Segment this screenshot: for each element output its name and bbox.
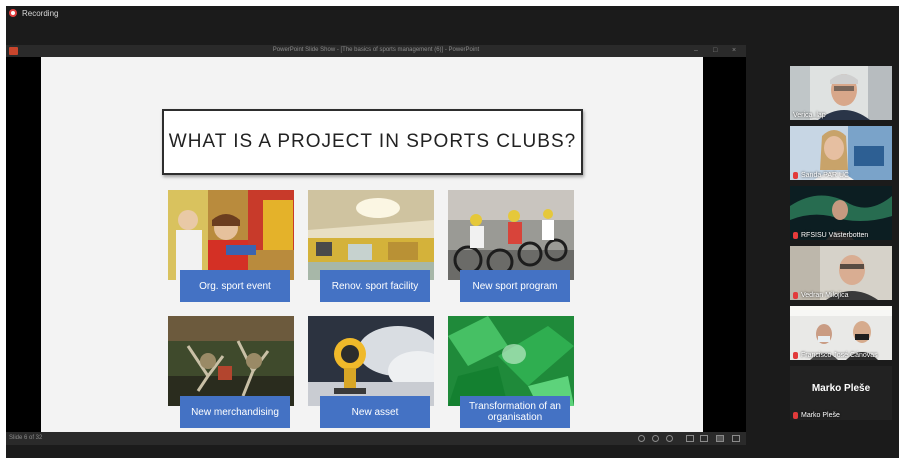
- slide-tile: Renov. sport facility: [308, 190, 434, 306]
- tile-label-box: Renov. sport facility: [320, 270, 430, 302]
- muted-mic-icon: [793, 352, 798, 359]
- slide-sorter-icon[interactable]: [686, 435, 694, 442]
- tile-label: Org. sport event: [199, 280, 271, 292]
- screen-share: Recording PowerPoint Slide Show - [The b…: [6, 6, 899, 458]
- notes-view-icon[interactable]: [700, 435, 708, 442]
- participant-tile[interactable]: Marko Pleše Marko Pleše: [790, 366, 892, 420]
- tile-label: Renov. sport facility: [331, 280, 419, 292]
- slide-counter: Slide 6 of 32: [9, 435, 43, 441]
- powerpoint-statusbar: Slide 6 of 32: [6, 432, 746, 445]
- recording-label: Recording: [22, 8, 59, 18]
- sport-program-photo: [448, 190, 574, 280]
- window-title: PowerPoint Slide Show - [The basics of s…: [272, 47, 480, 53]
- tile-label: New asset: [351, 406, 399, 418]
- participant-tile[interactable]: Sanda PAR UC: [790, 126, 892, 180]
- previous-icon[interactable]: [638, 435, 645, 442]
- participant-name: Francisco José Cánovas: [793, 352, 878, 359]
- slide-tile: Org. sport event: [168, 190, 294, 306]
- tile-label-box: Org. sport event: [180, 270, 290, 302]
- minimize-button[interactable]: –: [694, 46, 698, 56]
- participant-name: Marko Pleše: [793, 412, 840, 419]
- tile-label: Transformation of an organisation: [469, 401, 561, 423]
- close-button[interactable]: ×: [732, 46, 736, 56]
- slide-tile: New asset: [308, 316, 434, 432]
- tile-label-box: New sport program: [460, 270, 570, 302]
- tile-label: New sport program: [472, 280, 558, 292]
- powerpoint-window: PowerPoint Slide Show - [The basics of s…: [6, 45, 746, 445]
- recording-indicator[interactable]: Recording: [6, 6, 899, 20]
- sport-event-photo: [168, 190, 294, 280]
- participant-name: Vedran Milojica: [793, 292, 848, 299]
- tile-label: New merchandising: [191, 406, 279, 418]
- tile-label-box: New merchandising: [180, 396, 290, 428]
- sport-facility-photo: [308, 190, 434, 280]
- slide-title-box: WHAT IS A PROJECT IN SPORTS CLUBS?: [162, 109, 583, 175]
- maximize-button[interactable]: □: [713, 46, 717, 56]
- participant-display-name: Marko Pleše: [811, 383, 871, 394]
- slide-area: WHAT IS A PROJECT IN SPORTS CLUBS? Org. …: [6, 57, 746, 432]
- muted-mic-icon: [793, 292, 798, 299]
- slide-tile: New merchandising: [168, 316, 294, 432]
- participant-tile[interactable]: Vedran Milojica: [790, 246, 892, 300]
- slide-tile: Transformation of an organisation: [448, 316, 574, 432]
- muted-mic-icon: [793, 172, 798, 179]
- participant-tile[interactable]: RFSISU Västerbotten: [790, 186, 892, 240]
- slide-title: WHAT IS A PROJECT IN SPORTS CLUBS?: [168, 131, 577, 152]
- muted-mic-icon: [793, 412, 798, 419]
- participant-name: Sanda PAR UC: [793, 172, 849, 179]
- slide-tile: New sport program: [448, 190, 574, 306]
- muted-mic-icon: [793, 232, 798, 239]
- tile-label-box: Transformation of an organisation: [460, 396, 570, 428]
- merchandising-photo: [168, 316, 294, 406]
- slide[interactable]: WHAT IS A PROJECT IN SPORTS CLUBS? Org. …: [41, 57, 703, 432]
- tile-label-box: New asset: [320, 396, 430, 428]
- record-icon: [9, 9, 17, 17]
- participant-tile[interactable]: Verica_lap: [790, 66, 892, 120]
- powerpoint-titlebar: PowerPoint Slide Show - [The basics of s…: [6, 45, 746, 57]
- participant-name: RFSISU Västerbotten: [793, 232, 868, 239]
- asset-photo: [308, 316, 434, 406]
- organisation-photo: [448, 316, 574, 406]
- participant-name: Verica_lap: [793, 112, 826, 119]
- next-icon[interactable]: [666, 435, 673, 442]
- normal-view-icon[interactable]: [716, 435, 724, 442]
- participant-tile[interactable]: Francisco José Cánovas: [790, 306, 892, 360]
- reading-view-icon[interactable]: [732, 435, 740, 442]
- participant-gallery: Verica_lap Sanda PAR UC RFSISU Västerbot…: [790, 66, 892, 426]
- pause-icon[interactable]: [652, 435, 659, 442]
